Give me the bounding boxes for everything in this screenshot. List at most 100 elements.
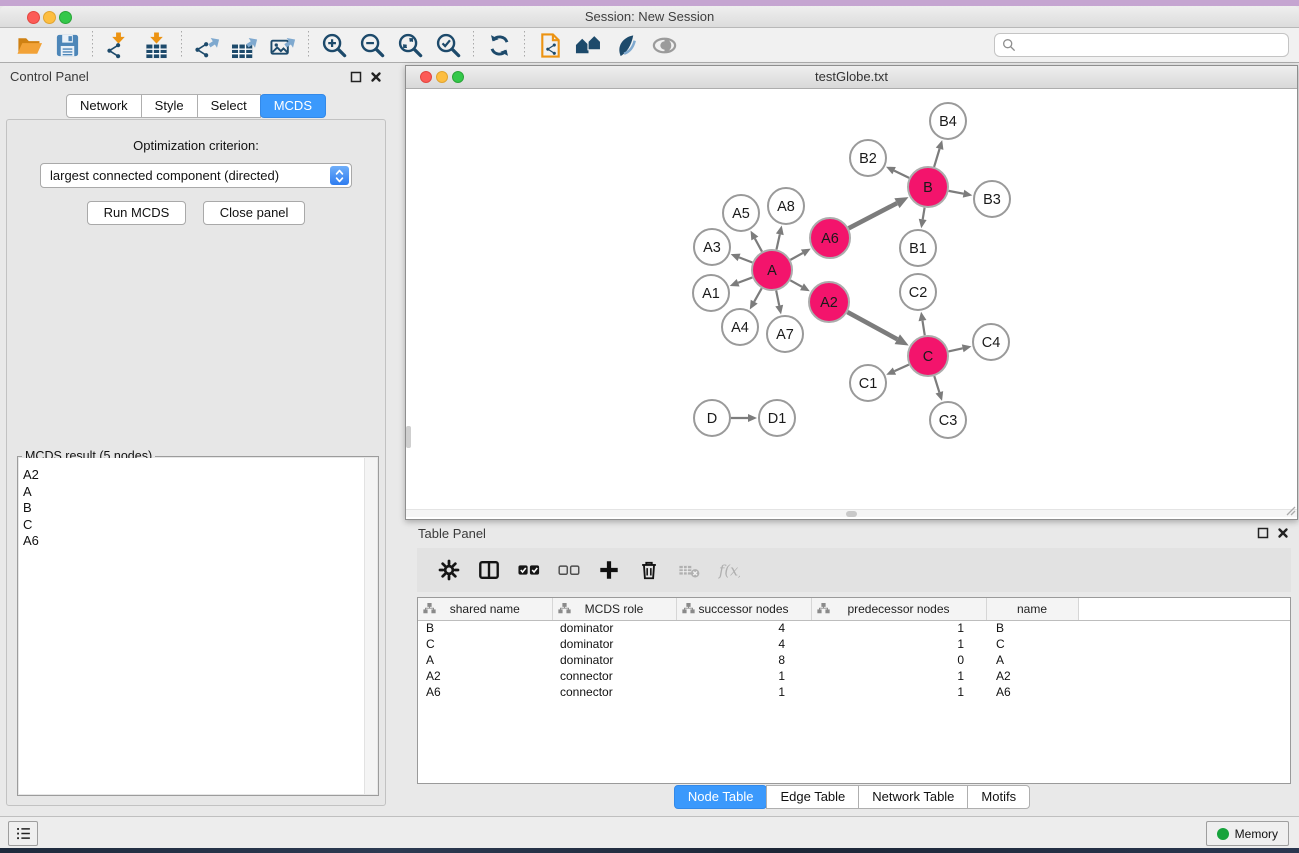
cell[interactable]: 1 <box>811 668 986 684</box>
graph-node-C4[interactable]: C4 <box>973 324 1009 360</box>
cell[interactable]: 0 <box>811 652 986 668</box>
table-tab-edge-table[interactable]: Edge Table <box>766 785 859 809</box>
home-layout-icon[interactable] <box>569 30 607 60</box>
search-input[interactable] <box>1020 35 1288 55</box>
graph-node-A3[interactable]: A3 <box>694 229 730 265</box>
zoom-fit-icon[interactable] <box>391 30 429 60</box>
column-header-MCDS-role[interactable]: MCDS role <box>552 598 676 620</box>
graph-node-A[interactable]: A <box>752 250 792 290</box>
graph-node-A8[interactable]: A8 <box>768 188 804 224</box>
cell[interactable]: 8 <box>676 652 811 668</box>
cybrowser-icon[interactable] <box>531 30 569 60</box>
cell[interactable]: A2 <box>418 668 552 684</box>
graph-node-C1[interactable]: C1 <box>850 365 886 401</box>
graph-edge-A-A1[interactable] <box>730 277 753 286</box>
float-panel-icon[interactable] <box>350 70 362 82</box>
cell[interactable]: 1 <box>811 620 986 636</box>
cell[interactable]: A6 <box>418 684 552 700</box>
cell[interactable]: 1 <box>676 668 811 684</box>
show-columns-icon[interactable] <box>469 553 509 587</box>
column-header-name[interactable]: name <box>986 598 1078 620</box>
cell[interactable]: dominator <box>552 652 676 668</box>
graph-node-B3[interactable]: B3 <box>974 181 1010 217</box>
export-image-icon[interactable] <box>264 30 302 60</box>
graph-edge-C-C4[interactable] <box>948 344 971 352</box>
graph-edge-C-C1[interactable] <box>886 365 909 375</box>
close-panel-icon[interactable] <box>370 70 382 82</box>
search-field[interactable] <box>994 33 1289 57</box>
control-tab-style[interactable]: Style <box>141 94 198 118</box>
cell[interactable]: C <box>418 636 552 652</box>
table-row[interactable]: Bdominator41B <box>418 620 1290 636</box>
graph-edge-A-A5[interactable] <box>751 231 762 252</box>
resize-grip[interactable] <box>1284 504 1296 516</box>
graph-edge-C-C3[interactable] <box>934 376 943 401</box>
graph-node-A2[interactable]: A2 <box>809 282 849 322</box>
column-header-predecessor-nodes[interactable]: predecessor nodes <box>811 598 986 620</box>
graph-edge-B-B4[interactable] <box>934 140 943 167</box>
graph-edge-C-C2[interactable] <box>919 312 927 335</box>
import-table-icon[interactable] <box>137 30 175 60</box>
graph-edge-A-A2[interactable] <box>790 280 810 291</box>
graph-node-B2[interactable]: B2 <box>850 140 886 176</box>
graph-node-C[interactable]: C <box>908 336 948 376</box>
control-tab-mcds[interactable]: MCDS <box>260 94 326 118</box>
graph-node-A5[interactable]: A5 <box>723 195 759 231</box>
open-file-icon[interactable] <box>10 30 48 60</box>
export-table-icon[interactable] <box>226 30 264 60</box>
cell[interactable]: 1 <box>811 684 986 700</box>
criterion-dropdown[interactable]: largest connected component (directed) <box>40 163 352 188</box>
graph-node-C3[interactable]: C3 <box>930 402 966 438</box>
cell[interactable]: B <box>418 620 552 636</box>
task-history-button[interactable] <box>8 821 38 846</box>
graph-edge-A-A4[interactable] <box>750 288 762 309</box>
control-tab-select[interactable]: Select <box>197 94 261 118</box>
graph-edge-A-A8[interactable] <box>776 226 784 250</box>
graph-edge-A-A6[interactable] <box>790 249 810 260</box>
graph-node-C2[interactable]: C2 <box>900 274 936 310</box>
graph-node-A1[interactable]: A1 <box>693 275 729 311</box>
cell[interactable]: A2 <box>986 668 1078 684</box>
table-row[interactable]: Adominator80A <box>418 652 1290 668</box>
zoom-out-icon[interactable] <box>353 30 391 60</box>
vertical-scrollbar-thumb[interactable] <box>406 426 411 448</box>
cell[interactable]: connector <box>552 684 676 700</box>
table-tab-motifs[interactable]: Motifs <box>967 785 1030 809</box>
horizontal-scrollbar-thumb[interactable] <box>846 511 857 517</box>
graph-edge-A-A7[interactable] <box>775 291 783 315</box>
table-tab-network-table[interactable]: Network Table <box>858 785 968 809</box>
graph-node-B1[interactable]: B1 <box>900 230 936 266</box>
graph-edge-A6-B[interactable] <box>849 197 909 228</box>
network-canvas[interactable]: AA1A2A3A4A5A6A7A8BB1B2B3B4CC1C2C3C4DD1 <box>406 89 1297 517</box>
cell[interactable]: dominator <box>552 620 676 636</box>
graph-node-A4[interactable]: A4 <box>722 309 758 345</box>
graph-node-A7[interactable]: A7 <box>767 316 803 352</box>
graph-edge-A-A3[interactable] <box>731 254 753 263</box>
select-all-rows-icon[interactable] <box>509 553 549 587</box>
float-table-panel-icon[interactable] <box>1257 526 1269 538</box>
deselect-all-rows-icon[interactable] <box>549 553 589 587</box>
export-network-icon[interactable] <box>188 30 226 60</box>
zoom-in-icon[interactable] <box>315 30 353 60</box>
mcds-result-item[interactable]: A6 <box>23 533 361 550</box>
mcds-result-item[interactable]: A <box>23 484 361 501</box>
delete-columns-icon[interactable] <box>629 553 669 587</box>
graph-edge-D-D1[interactable] <box>731 414 757 422</box>
run-mcds-button[interactable]: Run MCDS <box>87 201 187 225</box>
table-row[interactable]: Cdominator41C <box>418 636 1290 652</box>
cell[interactable]: B <box>986 620 1078 636</box>
cell[interactable]: C <box>986 636 1078 652</box>
cell[interactable]: connector <box>552 668 676 684</box>
graph-node-A6[interactable]: A6 <box>810 218 850 258</box>
graph-node-B4[interactable]: B4 <box>930 103 966 139</box>
cell[interactable]: 4 <box>676 636 811 652</box>
close-panel-button[interactable]: Close panel <box>203 201 306 225</box>
table-row[interactable]: A6connector11A6 <box>418 684 1290 700</box>
graph-edge-B-B2[interactable] <box>886 167 909 178</box>
cell[interactable]: 4 <box>676 620 811 636</box>
mcds-result-item[interactable]: C <box>23 517 361 534</box>
cell[interactable]: dominator <box>552 636 676 652</box>
refresh-icon[interactable] <box>480 30 518 60</box>
control-tab-network[interactable]: Network <box>66 94 142 118</box>
show-hide-view-icon[interactable] <box>645 30 683 60</box>
